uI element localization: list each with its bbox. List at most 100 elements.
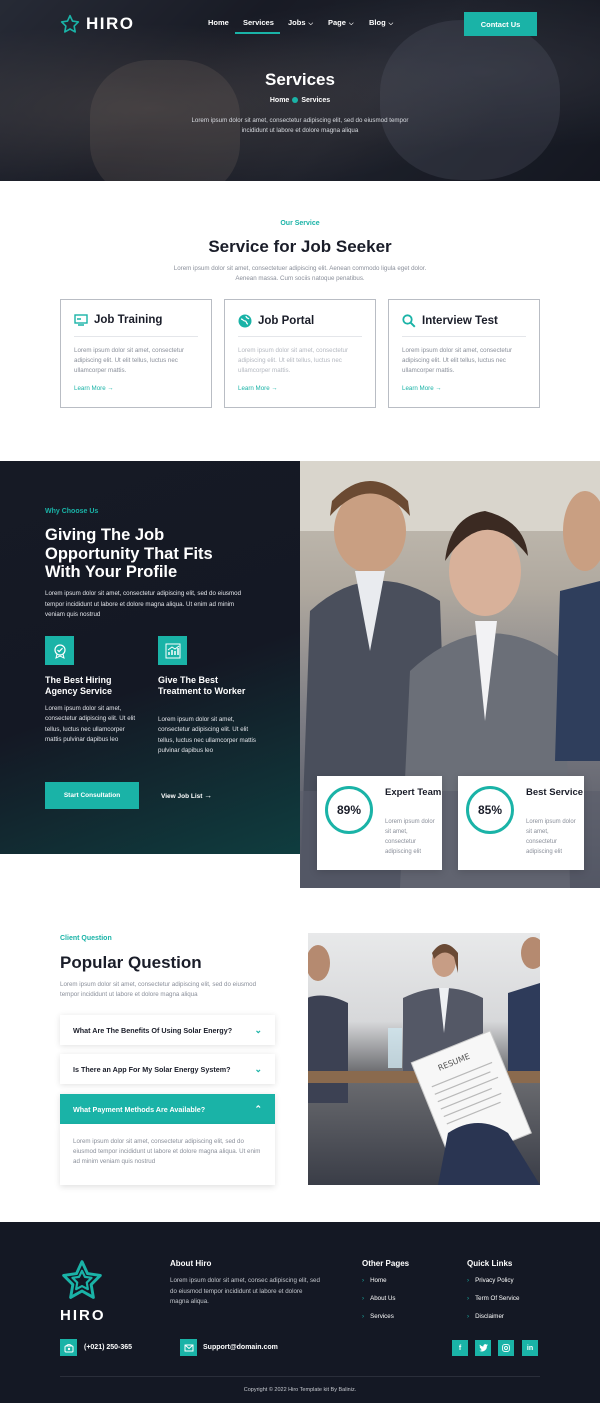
feature-icon-box — [45, 636, 74, 665]
chevron-down-icon: ⌄ — [254, 1024, 262, 1035]
chevron-right-icon: › — [362, 1295, 365, 1302]
chevron-right-icon: › — [467, 1295, 470, 1302]
chevron-right-icon: › — [467, 1313, 470, 1320]
learn-more-label: Learn More — [402, 385, 434, 392]
nav-services[interactable]: Services — [243, 18, 274, 27]
footer-link-label: Term Of Service — [475, 1295, 520, 1302]
why-title: Giving The Job Opportunity That Fits Wit… — [45, 526, 213, 581]
faq-eyebrow: Client Question — [60, 935, 112, 942]
view-job-list-label: View Job List — [161, 793, 203, 800]
footer-divider — [60, 1376, 540, 1377]
footer-email[interactable]: Support@domain.com — [203, 1344, 278, 1351]
faq-question: What Are The Benefits Of Using Solar Ene… — [73, 1025, 233, 1035]
service-description: Lorem ipsum dolor sit amet, consectetuer… — [173, 265, 427, 282]
card-title: Interview Test — [422, 315, 498, 327]
service-card-interview-test[interactable]: Interview Test Lorem ipsum dolor sit ame… — [388, 299, 540, 408]
footer-link-disclaimer[interactable]: › Disclaimer — [467, 1313, 504, 1320]
feature-description: Lorem ipsum dolor sit amet, consectetur … — [158, 716, 257, 754]
faq-item-open[interactable]: What Payment Methods Are Available? ⌃ — [60, 1094, 275, 1124]
nav-jobs-label: Jobs — [288, 18, 306, 27]
email-icon — [180, 1339, 197, 1356]
star-logo-icon — [62, 1260, 102, 1299]
footer-link-about[interactable]: › About Us — [362, 1295, 396, 1302]
why-description: Lorem ipsum dolor sit amet, consectetur … — [45, 590, 242, 618]
card-description: Lorem ipsum dolor sit amet, consectetur … — [402, 347, 513, 374]
footer-link-terms[interactable]: › Term Of Service — [467, 1295, 519, 1302]
faq-question: Is There an App For My Solar Energy Syst… — [73, 1064, 231, 1074]
chevron-right-icon: › — [362, 1313, 365, 1320]
faq-item[interactable]: Is There an App For My Solar Energy Syst… — [60, 1054, 275, 1084]
stat-description: Lorem ipsum dolor sit amet, consectetur … — [385, 819, 435, 855]
copyright: Copyright © 2022 Hiro Template kit By Ba… — [243, 1387, 357, 1393]
nav-page[interactable]: Page ⌵ — [328, 18, 354, 28]
footer-link-label: Home — [370, 1277, 387, 1284]
nav-home[interactable]: Home — [208, 18, 229, 27]
footer-about-text: Lorem ipsum dolor sit amet, consec adipi… — [170, 1277, 320, 1305]
page-title: Services — [265, 70, 335, 89]
logo[interactable]: HIRO — [60, 14, 135, 34]
breadcrumb-home[interactable]: Home — [270, 97, 289, 104]
learn-more-link[interactable]: Learn More → — [74, 385, 114, 392]
card-description: Lorem ipsum dolor sit amet, consectetur … — [238, 347, 349, 374]
facebook-icon[interactable]: f — [452, 1340, 468, 1356]
arrow-right-icon: → — [271, 385, 278, 392]
faq-description: Lorem ipsum dolor sit amet, consectetur … — [60, 981, 257, 998]
chevron-down-icon: ⌵ — [348, 21, 354, 27]
nav-blog[interactable]: Blog ⌵ — [369, 18, 393, 28]
progress-ring: 85% — [466, 786, 514, 834]
stat-card-best-service: 85% Best Service Lorem ipsum dolor sit a… — [458, 776, 584, 870]
instagram-icon[interactable] — [498, 1340, 514, 1356]
learn-more-label: Learn More — [238, 385, 270, 392]
phone-icon — [60, 1339, 77, 1356]
card-title: Job Training — [94, 314, 163, 326]
service-eyebrow: Our Service — [280, 220, 320, 227]
arrow-right-icon: → — [107, 385, 114, 392]
twitter-icon[interactable] — [475, 1340, 491, 1356]
faq-question: What Payment Methods Are Available? — [73, 1104, 206, 1114]
footer-other-title: Other Pages — [362, 1259, 410, 1268]
feature-title: The Best Hiring Agency Service — [45, 675, 113, 696]
logo-text: HIRO — [86, 14, 135, 33]
footer-logo-text: HIRO — [60, 1307, 106, 1324]
start-consultation-button[interactable]: Start Consultation — [45, 782, 139, 809]
chart-growth-icon — [165, 643, 180, 658]
chevron-right-icon: › — [362, 1277, 365, 1284]
award-icon — [53, 643, 66, 659]
service-card-job-portal[interactable]: Job Portal Lorem ipsum dolor sit amet, c… — [224, 299, 376, 408]
linkedin-icon[interactable]: in — [522, 1340, 538, 1356]
nav-page-label: Page — [328, 18, 346, 27]
feature-icon-box — [158, 636, 187, 665]
footer-link-label: Privacy Policy — [475, 1277, 514, 1284]
faq-item[interactable]: What Are The Benefits Of Using Solar Ene… — [60, 1015, 275, 1045]
feature-description: Lorem ipsum dolor sit amet, consectetur … — [45, 705, 136, 743]
service-card-job-training[interactable]: Job Training Lorem ipsum dolor sit amet,… — [60, 299, 212, 408]
footer-link-services[interactable]: › Services — [362, 1313, 394, 1320]
learn-more-label: Learn More — [74, 385, 106, 392]
faq-answer: Lorem ipsum dolor sit amet, consectetur … — [60, 1124, 275, 1185]
view-job-list-link[interactable]: View Job List → — [161, 791, 212, 800]
card-title: Job Portal — [258, 315, 315, 327]
footer-link-privacy[interactable]: › Privacy Policy — [467, 1277, 514, 1284]
breadcrumb-separator-icon — [292, 97, 299, 104]
stat-title: Expert Team — [385, 787, 442, 798]
arrow-right-icon: → — [204, 791, 213, 800]
footer-link-home[interactable]: › Home — [362, 1277, 387, 1284]
breadcrumb-current: Services — [301, 97, 331, 104]
training-icon — [74, 314, 88, 326]
contact-us-button[interactable]: Contact Us — [464, 12, 537, 36]
faq-title: Popular Question — [60, 953, 202, 972]
nav-jobs[interactable]: Jobs ⌵ — [288, 18, 313, 28]
stat-card-expert-team: 89% Expert Team Lorem ipsum dolor sit am… — [317, 776, 442, 870]
footer-logo[interactable] — [60, 1258, 104, 1307]
nav-blog-label: Blog — [369, 18, 386, 27]
learn-more-link[interactable]: Learn More → — [402, 385, 442, 392]
chevron-down-icon: ⌵ — [308, 21, 314, 27]
breadcrumb: Home Services — [0, 97, 600, 104]
footer-phone[interactable]: (+021) 250-365 — [84, 1344, 132, 1351]
learn-more-link[interactable]: Learn More → — [238, 385, 278, 392]
card-description: Lorem ipsum dolor sit amet, consectetur … — [74, 347, 185, 374]
chevron-down-icon: ⌄ — [254, 1063, 262, 1074]
progress-ring: 89% — [325, 786, 373, 834]
footer-quick-title: Quick Links — [467, 1259, 513, 1268]
interview-photo: RESUME — [308, 933, 540, 1185]
